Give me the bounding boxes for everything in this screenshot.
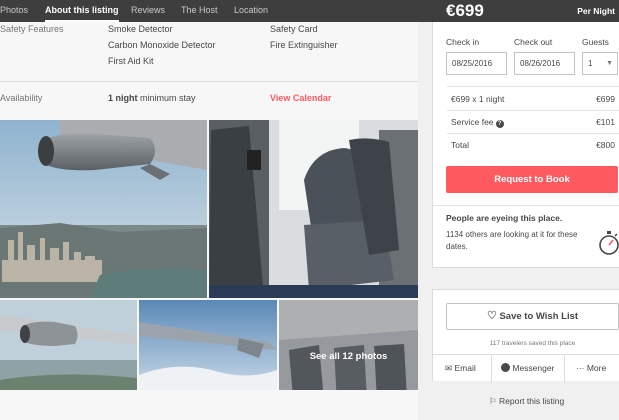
divider [564,355,565,383]
cabin-seats-image [209,120,418,298]
safety-item: Fire Extinguisher [270,40,338,50]
engine-city-image [0,120,207,298]
listing-nav: Photos About this listing Reviews The Ho… [0,0,432,22]
checkin-input[interactable]: 08/25/2016 [446,52,507,75]
nightly-price: €699 [446,1,484,20]
tab-about-listing[interactable]: About this listing [45,0,119,22]
price-header: €699 Per Night [432,0,619,22]
report-listing-label: Report this listing [499,396,565,406]
nightly-line-amount: €699 [596,94,615,104]
service-fee-line: Service fee? €101 [451,117,615,128]
tab-reviews[interactable]: Reviews [131,0,165,22]
divider [447,86,619,87]
total-line: Total €800 [451,140,615,150]
request-to-book-button[interactable]: Request to Book [446,166,618,193]
guests-value: 1 [588,59,593,68]
tab-location[interactable]: Location [234,0,268,22]
tab-the-host[interactable]: The Host [181,0,218,22]
share-email-label: Email [454,363,476,373]
content-footer [0,390,418,420]
total-amount: €800 [596,140,615,150]
heart-icon: ♡ [486,310,497,322]
total-label: Total [451,140,469,150]
safety-item: Safety Card [270,24,318,34]
caret-down-icon: ▼ [606,60,613,67]
nightly-line-label: €699 x 1 night [451,94,505,104]
share-messenger-button[interactable]: Messenger [501,355,554,383]
save-to-wishlist-label: Save to Wish List [499,311,579,322]
photo-cabin-seats[interactable] [209,120,418,298]
save-to-wishlist-button[interactable]: ♡ Save to Wish List [446,303,619,330]
checkin-label: Check in [446,37,480,47]
share-more-button[interactable]: ··· More [576,355,606,383]
min-stay-nights: 1 night [108,93,138,103]
safety-item: Carbon Monoxide Detector [108,40,216,50]
messenger-icon [501,363,510,372]
eyeing-title: People are eyeing this place. [446,213,563,223]
availability-label: Availability [0,93,43,103]
tab-photos[interactable]: Photos [0,0,28,22]
guests-select[interactable]: 1 ▼ [582,52,618,75]
divider [447,110,619,111]
safety-item: Smoke Detector [108,24,173,34]
divider [0,81,418,82]
help-icon[interactable]: ? [495,120,504,128]
checkout-input[interactable]: 08/26/2016 [514,52,575,75]
report-listing-link[interactable]: ⚐ Report this listing [489,396,564,407]
min-stay-suffix: minimum stay [137,93,196,103]
share-email-button[interactable]: ✉ Email [445,355,476,383]
service-fee-label: Service fee [451,117,494,127]
per-night-label: Per Night [577,6,615,16]
photo-engine-city[interactable] [0,120,207,298]
listing-details: Safety Features Smoke Detector Carbon Mo… [0,22,418,420]
divider [433,205,619,206]
flag-icon: ⚐ [489,396,497,406]
share-bar: ✉ Email Messenger ··· More [433,354,619,383]
nightly-line-item: €699 x 1 night €699 [451,94,615,104]
booking-panel: Check in Check out Guests 08/25/2016 08/… [432,22,619,268]
stopwatch-icon [599,231,619,255]
divider [447,133,619,134]
view-calendar-link[interactable]: View Calendar [270,93,331,103]
min-stay-text: 1 night minimum stay [108,93,196,103]
checkout-label: Check out [514,37,553,47]
safety-features-label: Safety Features [0,24,64,34]
service-fee-amount: €101 [596,117,615,127]
share-messenger-label: Messenger [512,363,555,373]
wishlist-panel: ♡ Save to Wish List 117 travelers saved … [432,289,619,383]
guests-label: Guests [582,37,609,47]
divider [491,355,492,383]
eyeing-text: 1134 others are looking at it for these … [446,230,578,251]
envelope-icon: ✉ [445,363,453,373]
saved-count-note: 117 travelers saved this place [489,340,576,347]
safety-item: First Aid Kit [108,56,154,66]
